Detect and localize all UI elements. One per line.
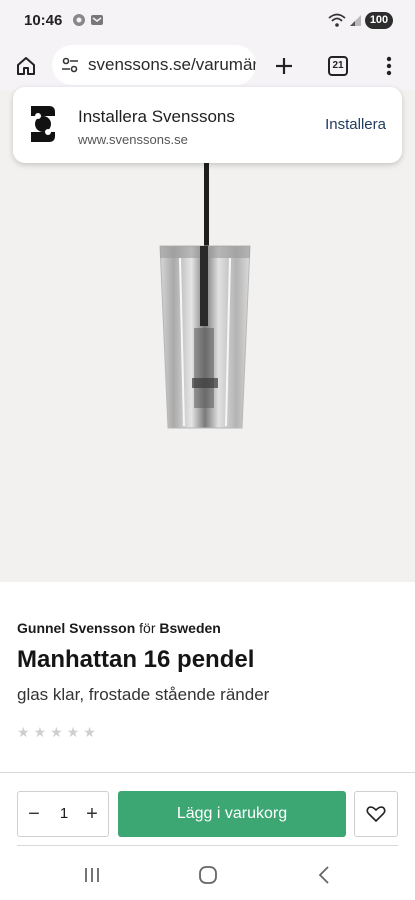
brand-link[interactable]: Bsweden [159,620,220,636]
quantity-value[interactable]: 1 [54,805,74,822]
product-title: Manhattan 16 pendel [17,646,255,673]
notification-icon [72,13,86,27]
menu-button[interactable] [373,50,405,82]
designer-link[interactable]: Gunnel Svensson [17,620,135,636]
next-section-edge [17,845,398,848]
site-settings-icon[interactable] [61,56,79,79]
plus-icon [276,58,292,74]
browser-toolbar: svenssons.se/varumärken 21 [0,42,415,90]
divider [0,772,415,773]
quantity-stepper: − 1 + [17,791,109,837]
home-button[interactable] [10,50,42,82]
battery-indicator: 100 [365,12,393,29]
quantity-increase-button[interactable]: + [80,801,104,827]
install-url: www.svenssons.se [78,132,188,147]
new-tab-button[interactable] [268,50,300,82]
star-icon: ★ [33,724,47,740]
install-title: Installera Svenssons [78,107,235,126]
install-button[interactable]: Installera [325,116,386,133]
star-icon: ★ [50,724,63,740]
tab-count: 21 [328,56,348,76]
message-icon [90,13,104,27]
system-nav-bar [0,850,415,900]
address-bar[interactable]: svenssons.se/varumärken [52,45,256,85]
url-text: svenssons.se/varumärken [88,55,256,74]
wishlist-button[interactable] [354,791,398,837]
status-bar: 10:46 100 [0,0,415,42]
svenssons-logo-icon [27,102,59,151]
product-brand-line: Gunnel Svensson för Bsweden [17,620,221,636]
star-icon: ★ [17,724,30,740]
more-vert-icon [386,56,392,76]
back-button[interactable] [309,862,339,888]
wifi-icon [328,13,346,27]
product-image[interactable] [0,90,415,582]
install-app-banner[interactable]: Installera Svenssons www.svenssons.se In… [13,87,402,163]
star-icon: ★ [66,724,80,740]
back-chevron-icon [318,866,329,884]
rating-stars[interactable]: ★ ★ ★ ★ ★ [17,724,96,741]
home-nav-button[interactable] [193,862,223,888]
signal-icon [348,13,362,27]
heart-icon [366,806,386,822]
home-icon [17,57,35,75]
recents-icon [85,868,99,882]
home-circle-icon [199,866,217,884]
quantity-decrease-button[interactable]: − [22,801,46,827]
add-to-cart-button[interactable]: Lägg i varukorg [118,791,346,837]
tab-switcher-button[interactable]: 21 [322,50,354,82]
status-time: 10:46 [24,12,63,29]
product-variant: glas klar, frostade stående ränder [17,685,270,704]
pendant-lamp-image [159,245,251,429]
recent-apps-button[interactable] [77,862,107,888]
brand-connector: för [139,620,156,636]
star-icon: ★ [83,724,96,740]
